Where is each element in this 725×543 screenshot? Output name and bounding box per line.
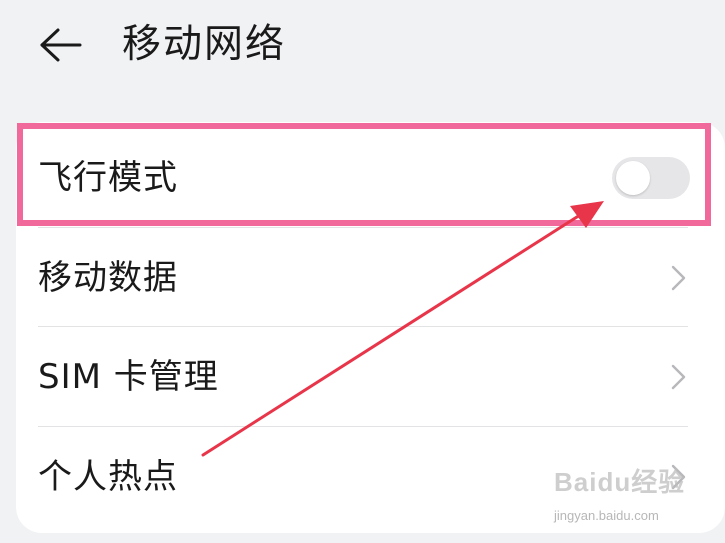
sim-management-label: SIM 卡管理 <box>38 357 219 397</box>
airplane-mode-label: 飞行模式 <box>38 158 178 198</box>
mobile-data-label: 移动数据 <box>38 258 178 298</box>
chevron-right-icon <box>671 364 686 390</box>
toggle-knob <box>616 161 650 195</box>
sim-management-row[interactable]: SIM 卡管理 <box>16 327 725 427</box>
airplane-mode-toggle[interactable] <box>612 157 690 199</box>
hotspot-row[interactable]: 个人热点 <box>16 427 725 527</box>
header: 移动网络 <box>0 0 725 95</box>
chevron-right-icon <box>671 464 686 490</box>
chevron-right-icon <box>671 265 686 291</box>
mobile-data-row[interactable]: 移动数据 <box>16 228 725 328</box>
hotspot-label: 个人热点 <box>38 457 178 497</box>
back-button[interactable] <box>36 24 84 66</box>
mobile-network-screen: 移动网络 飞行模式 移动数据 SIM 卡管理 个人热点 Baidu经验 jing… <box>0 0 725 543</box>
arrow-left-icon <box>40 28 82 62</box>
page-title: 移动网络 <box>122 22 287 67</box>
